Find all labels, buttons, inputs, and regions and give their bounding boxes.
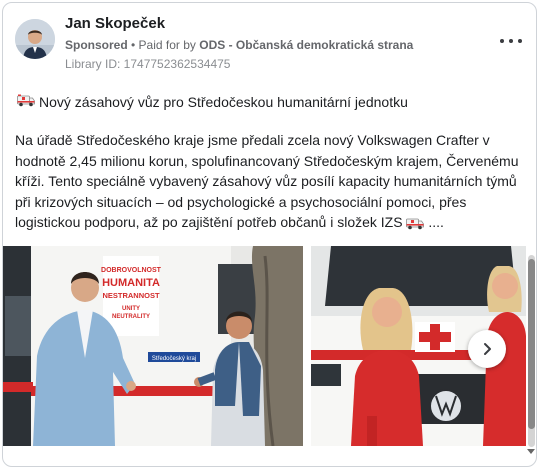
more-dots-icon xyxy=(500,39,504,43)
van-text-line-4: UNITY xyxy=(122,306,140,312)
image-carousel[interactable]: DOBROVOLNOST HUMANITA NESTRANNOST UNITY … xyxy=(3,246,536,446)
carousel-photo-1[interactable]: DOBROVOLNOST HUMANITA NESTRANNOST UNITY … xyxy=(3,246,303,446)
scroll-down-arrow-icon[interactable] xyxy=(527,449,535,454)
chevron-right-icon xyxy=(484,343,491,355)
more-options-button[interactable] xyxy=(500,33,522,49)
paid-by-link[interactable]: ODS - Občanská demokratická strana xyxy=(199,38,413,52)
avatar[interactable] xyxy=(15,19,55,59)
carousel-next-button[interactable] xyxy=(468,330,506,368)
van-text-line-2: HUMANITA xyxy=(102,277,160,289)
van-text-line-1: DOBROVOLNOST xyxy=(101,267,162,274)
van-strip-text: Středočeský kraj xyxy=(152,356,196,362)
post-body: Na úřadě Středočeského kraje jsme předal… xyxy=(15,130,525,236)
van-text-line-3: NESTRANNOST xyxy=(102,291,160,300)
post-headline: Nový zásahový vůz pro Středočeskou human… xyxy=(17,93,408,110)
headline-text: Nový zásahový vůz pro Středočeskou human… xyxy=(39,93,408,110)
van-text-line-5: NEUTRALITY xyxy=(112,314,150,320)
ad-post-card: Jan Skopeček Sponsored • Paid for by ODS… xyxy=(2,2,537,467)
sponsored-line: Sponsored • Paid for by ODS - Občanská d… xyxy=(65,38,413,52)
author-name[interactable]: Jan Skopeček xyxy=(65,15,165,32)
scrollbar-thumb[interactable] xyxy=(528,259,535,429)
body-ellipsis[interactable]: .... xyxy=(428,214,444,230)
library-id: Library ID: 1747752362534475 xyxy=(65,57,231,71)
sponsored-label: Sponsored xyxy=(65,38,128,52)
paid-for-prefix: • Paid for by xyxy=(131,38,196,52)
ambulance-icon xyxy=(406,215,425,236)
ambulance-icon xyxy=(17,93,35,110)
